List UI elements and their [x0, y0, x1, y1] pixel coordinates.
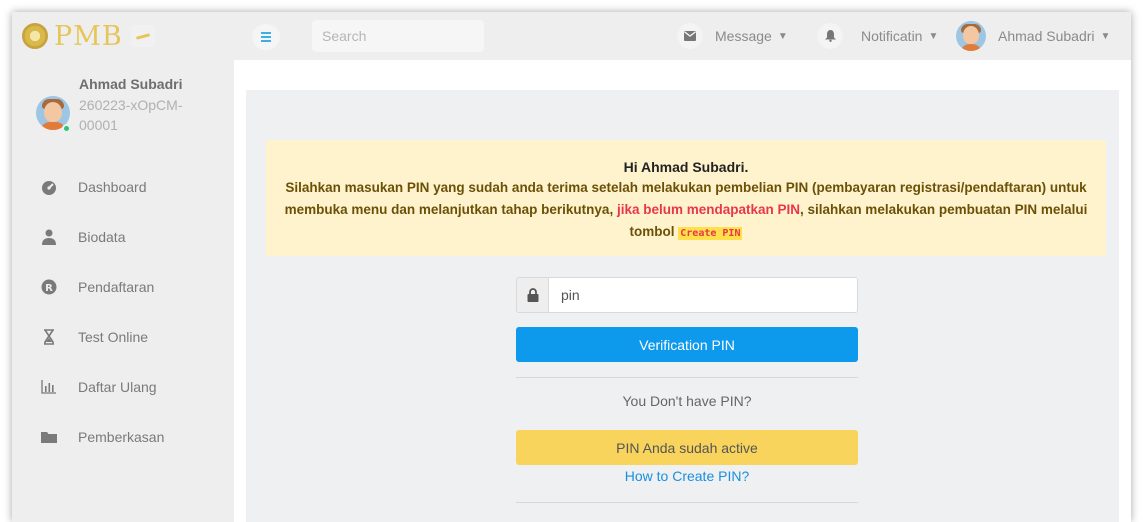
- logo-area: PMB: [12, 12, 234, 60]
- message-dropdown[interactable]: Message ▼: [677, 23, 788, 49]
- create-pin-tag: Create PIN: [678, 227, 743, 240]
- topbar-user-name: Ahmad Subadri: [998, 28, 1095, 44]
- lock-icon: [517, 278, 549, 312]
- notification-dropdown[interactable]: Notificatin ▼: [817, 23, 939, 49]
- folder-icon: [40, 428, 58, 446]
- sidebar-item-label: Dashboard: [78, 179, 147, 195]
- online-status-dot: [62, 124, 71, 133]
- menu-toggle-button[interactable]: [252, 24, 280, 50]
- chevron-down-icon: ▼: [1100, 30, 1111, 42]
- sidebar-item-test-online[interactable]: Test Online: [12, 312, 234, 362]
- sidebar-user-name: Ahmad Subadri: [79, 76, 183, 92]
- chevron-down-icon: ▼: [928, 30, 939, 42]
- logo-text: PMB: [54, 20, 123, 52]
- topbar: Message ▼ Notificatin ▼ Ahmad Subadri ▼: [234, 12, 1131, 60]
- pin-panel: Hi Ahmad Subadri. Silahkan masukan PIN y…: [246, 90, 1119, 522]
- bar-chart-icon: [40, 378, 58, 396]
- search-input[interactable]: [312, 20, 484, 52]
- message-label: Message: [715, 28, 772, 44]
- app-window: PMB Ahmad Subadri 260223-xOpCM-00001 Das…: [12, 12, 1131, 522]
- sidebar: PMB Ahmad Subadri 260223-xOpCM-00001 Das…: [12, 12, 234, 522]
- sidebar-item-label: Biodata: [78, 229, 126, 245]
- alert-greeting: Hi Ahmad Subadri.: [623, 159, 749, 175]
- sidebar-collapse-toggle[interactable]: [130, 25, 155, 47]
- sidebar-item-biodata[interactable]: Biodata: [12, 212, 234, 262]
- verification-pin-button[interactable]: Verification PIN: [516, 327, 858, 362]
- chevron-down-icon: ▼: [777, 30, 788, 42]
- sidebar-item-pemberkasan[interactable]: Pemberkasan: [12, 412, 234, 462]
- logo-emblem-icon: [22, 23, 48, 49]
- hamburger-icon: [261, 36, 271, 38]
- alert-text-warning: jika belum mendapatkan PIN: [616, 202, 801, 217]
- toggle-icon: [135, 32, 150, 40]
- sidebar-item-label: Test Online: [78, 329, 149, 345]
- notification-label: Notificatin: [861, 28, 923, 44]
- sidebar-item-label: Pemberkasan: [78, 429, 165, 445]
- user-icon: [40, 228, 58, 246]
- sidebar-item-label: Daftar Ulang: [78, 379, 157, 395]
- envelope-icon: [677, 23, 703, 49]
- hourglass-icon: [40, 328, 58, 346]
- pin-input[interactable]: [549, 278, 857, 312]
- pin-input-group: [516, 277, 858, 313]
- no-pin-text: You Don't have PIN?: [622, 393, 752, 409]
- sidebar-item-dashboard[interactable]: Dashboard: [12, 162, 234, 212]
- divider: [516, 502, 858, 503]
- pin-info-alert: Hi Ahmad Subadri. Silahkan masukan PIN y…: [266, 140, 1106, 256]
- divider: [516, 377, 858, 378]
- dashboard-icon: [40, 178, 58, 196]
- sidebar-menu: Dashboard Biodata R Pendaftaran Test Onl…: [12, 162, 234, 462]
- sidebar-user-panel: Ahmad Subadri 260223-xOpCM-00001: [12, 70, 234, 170]
- avatar: [956, 21, 986, 51]
- sidebar-item-daftar-ulang[interactable]: Daftar Ulang: [12, 362, 234, 412]
- user-menu-dropdown[interactable]: Ahmad Subadri ▼: [956, 21, 1110, 51]
- sidebar-item-label: Pendaftaran: [78, 279, 155, 295]
- alert-message: Silahkan masukan PIN yang sudah anda ter…: [266, 177, 1106, 245]
- main-content: Hi Ahmad Subadri. Silahkan masukan PIN y…: [234, 60, 1131, 522]
- sidebar-item-pendaftaran[interactable]: R Pendaftaran: [12, 262, 234, 312]
- bell-icon: [817, 23, 843, 49]
- registered-icon: R: [40, 278, 58, 296]
- svg-text:R: R: [45, 283, 53, 294]
- pin-active-button[interactable]: PIN Anda sudah active: [516, 430, 858, 465]
- sidebar-user-id: 260223-xOpCM-00001: [79, 97, 183, 133]
- how-to-create-pin-link[interactable]: How to Create PIN?: [516, 468, 858, 484]
